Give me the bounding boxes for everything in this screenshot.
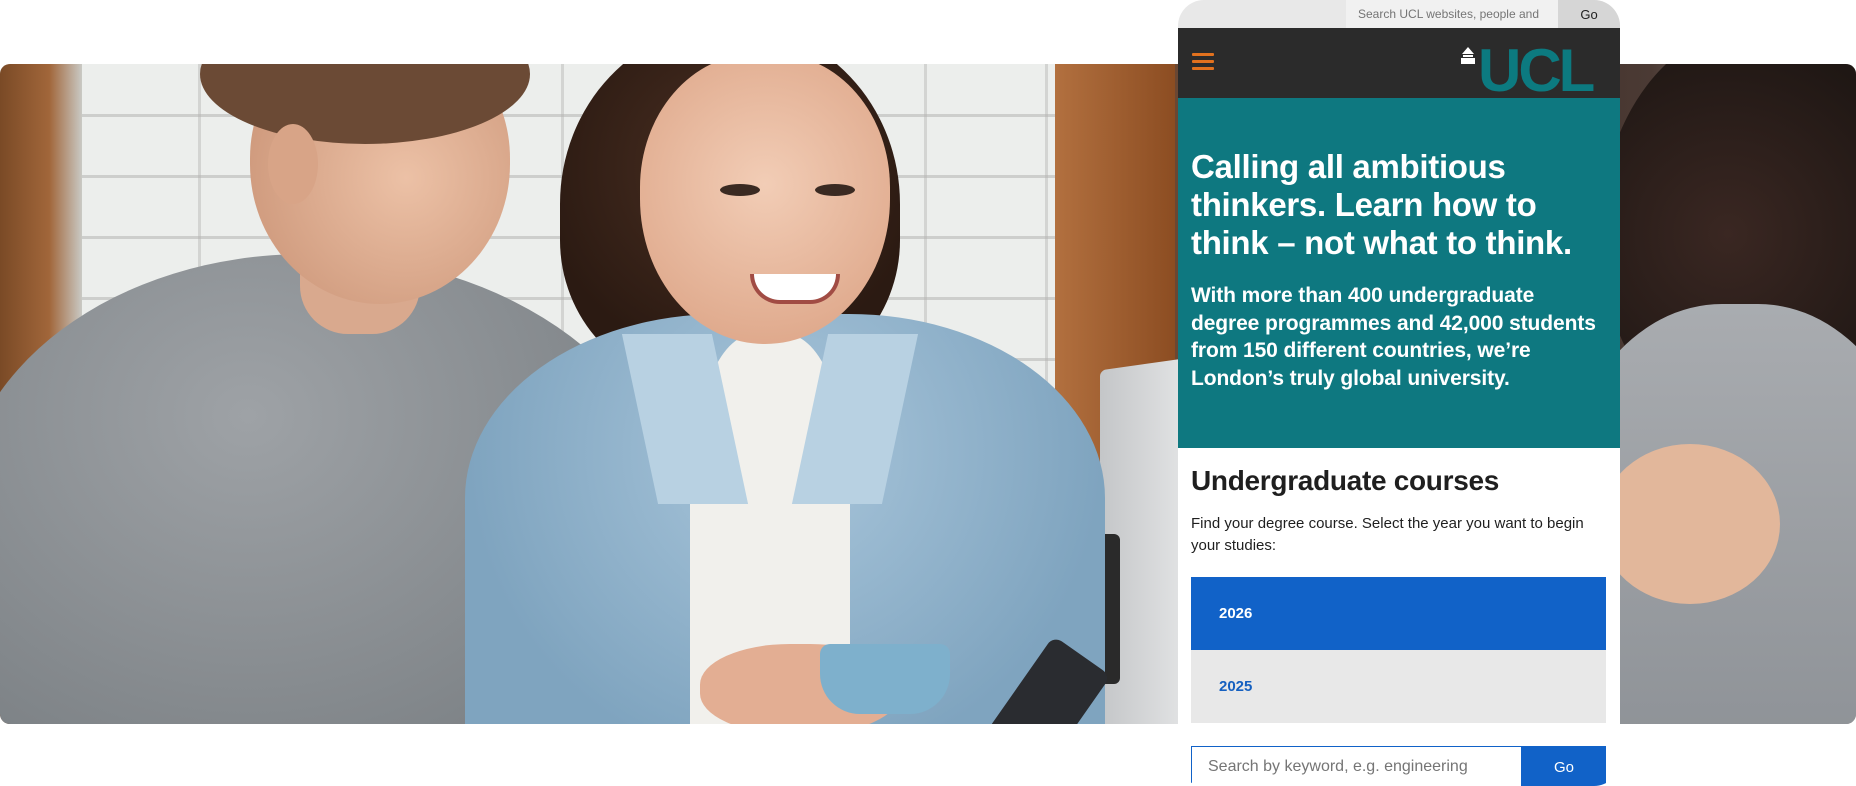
course-search-input[interactable] xyxy=(1191,746,1522,786)
woman-face xyxy=(640,64,890,344)
woman-eye-left xyxy=(720,184,760,196)
blue-cup xyxy=(820,644,950,714)
year-2026-button[interactable]: 2026 xyxy=(1191,577,1606,650)
site-header: UCL xyxy=(1178,28,1620,104)
person-arm-right xyxy=(1600,444,1780,604)
course-search: Go xyxy=(1191,746,1606,786)
hero-subtext: With more than 400 undergraduate degree … xyxy=(1191,284,1596,390)
site-search-input[interactable] xyxy=(1346,0,1558,28)
portico-dome-icon xyxy=(1461,47,1475,64)
hero-headline: Calling all ambitious thinkers. Learn ho… xyxy=(1191,148,1572,261)
courses-intro: Find your degree course. Select the year… xyxy=(1191,515,1584,554)
man-ear xyxy=(268,124,318,204)
ucl-logo-text: UCL xyxy=(1478,37,1595,104)
hero-panel: Calling all ambitious thinkers. Learn ho… xyxy=(1178,98,1620,448)
courses-title: Undergraduate courses xyxy=(1191,465,1500,496)
utility-bar: Go xyxy=(1178,0,1620,28)
mobile-page-mockup: Go UCL Calling all ambitious thinkers. L… xyxy=(1178,0,1620,786)
undergraduate-courses-section: Undergraduate courses Find your degree c… xyxy=(1178,448,1620,786)
year-2025-button[interactable]: 2025 xyxy=(1191,650,1606,723)
course-search-go-button[interactable]: Go xyxy=(1522,746,1606,786)
site-search-go-button[interactable]: Go xyxy=(1558,0,1620,28)
woman-eye-right xyxy=(815,184,855,196)
hamburger-menu-icon[interactable] xyxy=(1192,53,1214,71)
